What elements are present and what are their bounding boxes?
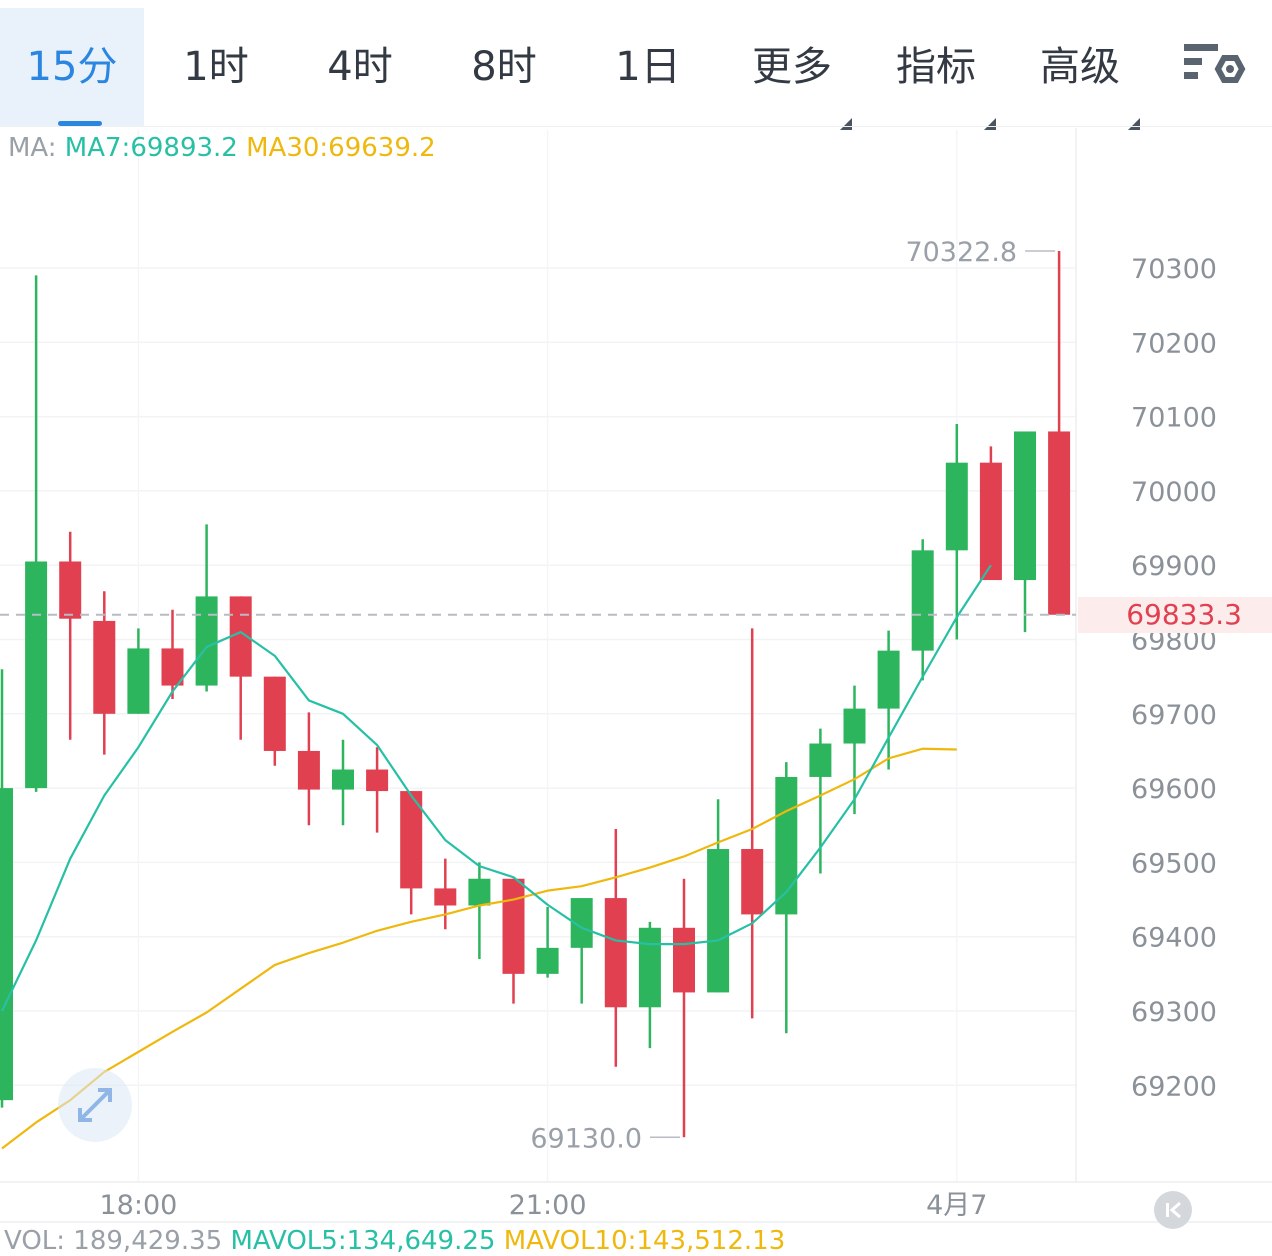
ma-legend: MA: MA7:69893.2 MA30:69639.2 <box>8 130 436 166</box>
candle-body[interactable] <box>741 849 764 915</box>
tab-divider <box>0 126 1272 127</box>
candle-body[interactable] <box>195 596 218 686</box>
y-tick-label: 69200 <box>1131 1071 1217 1102</box>
candle-body[interactable] <box>707 849 730 993</box>
ma-legend-label: MA: <box>8 133 57 163</box>
candle-body[interactable] <box>25 561 48 789</box>
candle-body[interactable] <box>877 650 900 709</box>
y-tick-label: 69600 <box>1131 774 1217 805</box>
mavol10-value: MAVOL10:143,512.13 <box>503 1226 786 1256</box>
last-price-value: 69833.3 <box>1126 598 1242 631</box>
tab-8h-label: 8时 <box>471 44 537 90</box>
tab-advanced[interactable]: 高级 <box>1008 8 1152 130</box>
candle-body[interactable] <box>59 561 82 619</box>
ma30-value: MA30:69639.2 <box>246 133 436 163</box>
candle-body[interactable] <box>332 769 354 790</box>
candle-body[interactable] <box>0 788 13 1101</box>
tab-more-label: 更多 <box>752 44 852 130</box>
x-tick-label: 21:00 <box>509 1190 587 1221</box>
tab-1d-label: 1日 <box>615 44 681 90</box>
vol-value: VOL: 189,429.35 <box>4 1226 223 1256</box>
candle-body[interactable] <box>366 769 389 792</box>
tab-advanced-label: 高级 <box>1040 44 1140 130</box>
candle-body[interactable] <box>673 927 695 993</box>
mavol5-value: MAVOL5:134,649.25 <box>230 1226 496 1256</box>
candle-body[interactable] <box>1048 431 1071 615</box>
x-tick-label: 18:00 <box>99 1190 177 1221</box>
tab-1h[interactable]: 1时 <box>144 8 288 126</box>
expand-arrows-icon[interactable] <box>58 1068 132 1142</box>
candle-body[interactable] <box>945 462 968 551</box>
high-price-label: 70322.8 <box>905 237 1017 268</box>
y-tick-label: 69900 <box>1131 551 1217 582</box>
tab-indicators-label: 指标 <box>896 44 996 130</box>
dropdown-triangle-icon <box>1128 118 1140 130</box>
tab-15min-label: 15分 <box>26 44 118 90</box>
ma7-value: MA7:69893.2 <box>64 133 238 163</box>
y-tick-label: 69500 <box>1131 848 1217 879</box>
candle-body[interactable] <box>843 708 866 744</box>
y-tick-label: 70000 <box>1131 477 1217 508</box>
tab-1d[interactable]: 1日 <box>576 8 720 126</box>
candle-body[interactable] <box>775 776 798 915</box>
candle-body[interactable] <box>638 927 661 1008</box>
tab-4h-label: 4时 <box>327 44 393 90</box>
low-price-label: 69130.0 <box>530 1123 642 1154</box>
y-tick-label: 69300 <box>1131 997 1217 1028</box>
x-tick-label: 4月7 <box>926 1190 987 1221</box>
candle-body[interactable] <box>1014 431 1036 581</box>
candle-body[interactable] <box>127 648 150 714</box>
tab-4h[interactable]: 4时 <box>288 8 432 126</box>
tab-more[interactable]: 更多 <box>720 8 864 130</box>
y-tick-label: 70200 <box>1131 328 1217 359</box>
tab-1h-label: 1时 <box>183 44 249 90</box>
candle-body[interactable] <box>502 878 525 974</box>
chart-settings-icon[interactable] <box>1178 36 1248 98</box>
tab-8h[interactable]: 8时 <box>432 8 576 126</box>
candle-body[interactable] <box>263 676 286 751</box>
y-tick-label: 70100 <box>1131 403 1217 434</box>
interval-tab-bar: 15分 1时 4时 8时 1日 更多 指标 高级 <box>0 0 1272 130</box>
candle-body[interactable] <box>468 878 491 906</box>
candle-body[interactable] <box>434 888 457 906</box>
candle-body[interactable] <box>604 898 627 1008</box>
candle-body[interactable] <box>979 462 1002 581</box>
candle-body[interactable] <box>93 620 116 714</box>
dropdown-triangle-icon <box>840 118 852 130</box>
y-tick-label: 69400 <box>1131 923 1217 954</box>
candle-body[interactable] <box>536 947 559 974</box>
tab-15min[interactable]: 15分 <box>0 8 144 126</box>
candle-body[interactable] <box>809 743 832 777</box>
y-tick-label: 70300 <box>1131 254 1217 285</box>
tab-indicators[interactable]: 指标 <box>864 8 1008 130</box>
volume-legend: VOL: 189,429.35 MAVOL5:134,649.25 MAVOL1… <box>4 1226 785 1256</box>
candle-body[interactable] <box>911 550 934 651</box>
back-to-latest-icon[interactable] <box>1154 1191 1192 1229</box>
last-price-tag: 69833.3 <box>1078 597 1272 633</box>
dropdown-triangle-icon <box>984 118 996 130</box>
candle-body[interactable] <box>297 750 320 790</box>
y-tick-label: 69700 <box>1131 700 1217 731</box>
